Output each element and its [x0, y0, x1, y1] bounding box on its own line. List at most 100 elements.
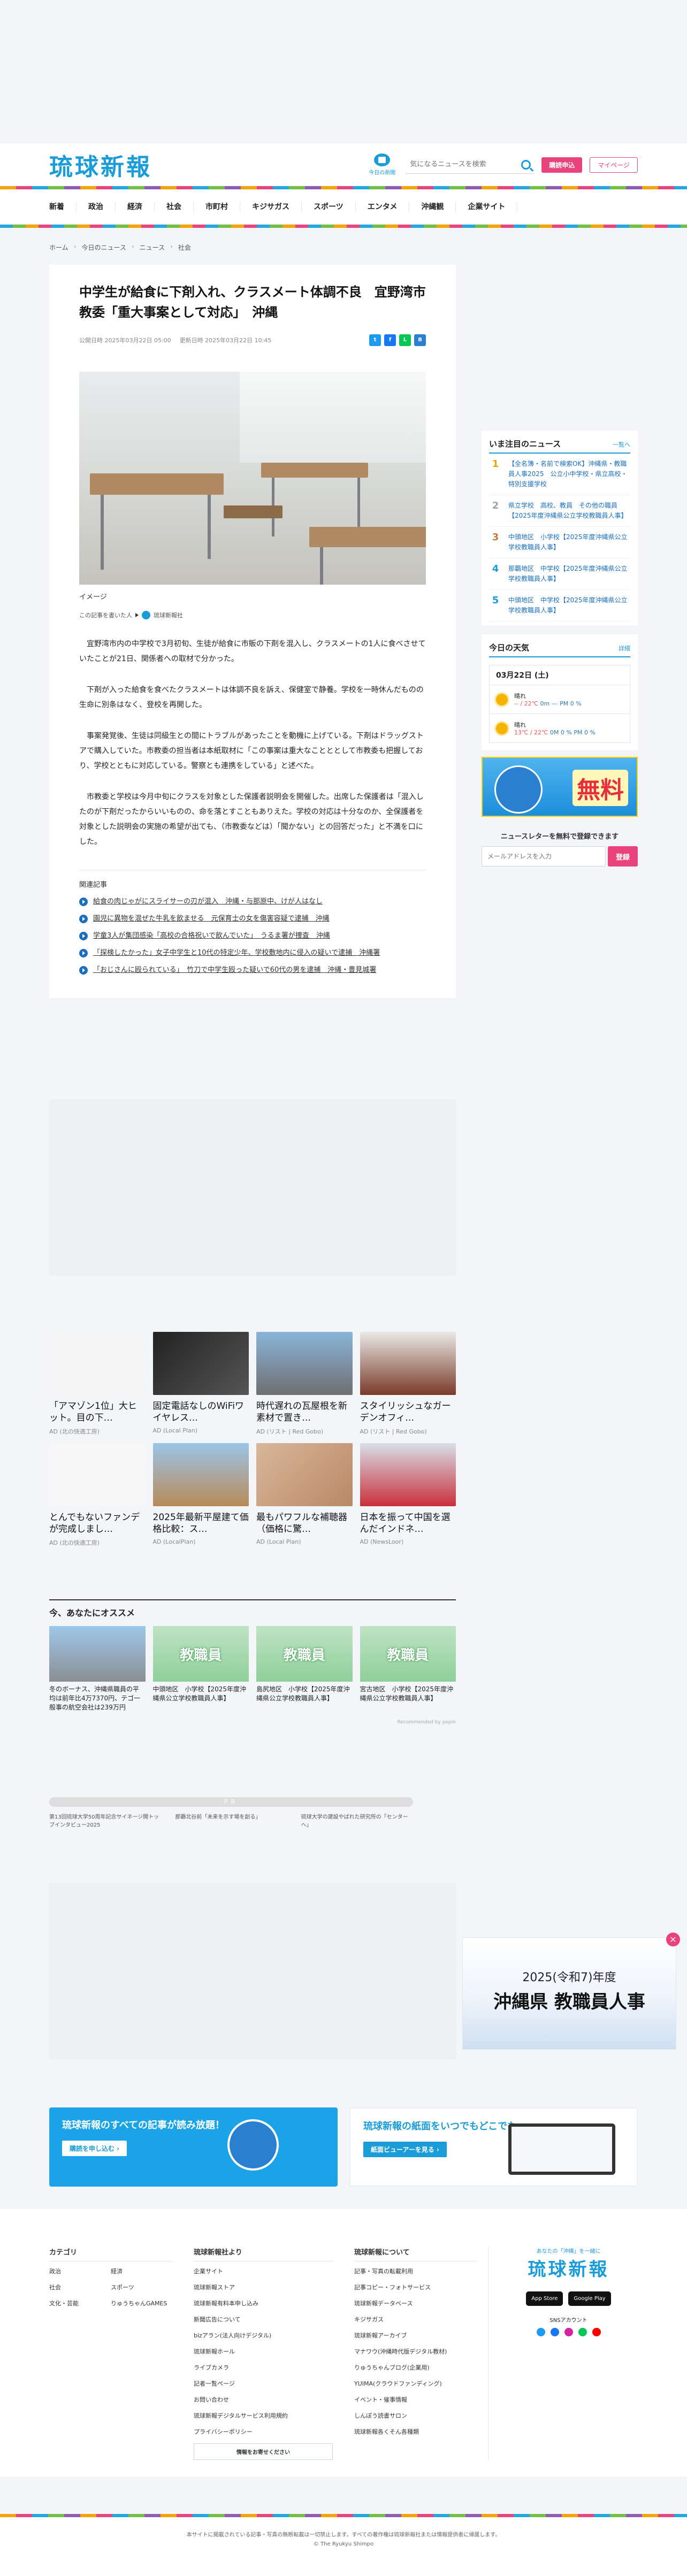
pr-link[interactable]: 那覇北谷前「未来を示す場を創る」 [175, 1813, 287, 1829]
tip-button[interactable]: 情報をお寄せください [194, 2443, 333, 2460]
hatena-share-icon[interactable]: B [414, 334, 426, 346]
breadcrumb-today[interactable]: 今日のニュース [81, 243, 126, 252]
footer-link[interactable]: 琉球新報デジタルサービス利用規約 [194, 2411, 333, 2420]
related-link[interactable]: 給食の肉じゃがにスライサーの刃が混入 沖縄・与那原中、けが人はなし [93, 895, 323, 908]
ranking-item[interactable]: 5 中頭地区 中学校【2025年度沖縄県公立学校教職員人事】 [489, 590, 630, 622]
site-logo[interactable]: 琉球新報 [49, 148, 152, 182]
subscribe-banner[interactable]: 琉球新報のすべての記事が読み放題！ 購読を申し込む › [49, 2107, 338, 2187]
email-field[interactable] [482, 846, 606, 867]
sponsored-card[interactable]: スタイリッシュなガーデンオフィ… AD (リスト | Red Gobo) [360, 1332, 456, 1436]
device-image [508, 2123, 615, 2175]
close-icon[interactable]: × [666, 1933, 680, 1946]
jinji-floating-ad[interactable]: × 2025(令和7)年度 沖縄県 教職員人事 [462, 1933, 680, 2050]
nav-item-entame[interactable]: エンタメ [356, 202, 410, 212]
footer-link[interactable]: 新聞広告について [194, 2315, 333, 2324]
sponsored-card[interactable]: とんでもないファンデが完成しまし… AD (北の快適工房) [49, 1443, 146, 1547]
footer-link[interactable]: YUIMA(クラウドファンディング) [354, 2379, 477, 2388]
ranking-item[interactable]: 3 中頭地区 小学校【2025年度沖縄県公立学校教職員人事】 [489, 527, 630, 558]
sponsored-card[interactable]: 固定電話なしのWiFiワイヤレス… AD (Local Plan) [152, 1332, 249, 1436]
todays-paper-link[interactable]: 今日の新聞 [366, 154, 398, 176]
nav-item-shinchaku[interactable]: 新着 [49, 202, 77, 212]
line-icon[interactable] [578, 2328, 587, 2336]
footer-link[interactable]: イベント・催事情報 [354, 2395, 477, 2404]
footer-link[interactable]: 経済 [111, 2267, 172, 2275]
ranking-item[interactable]: 4 那覇地区 中学校【2025年度沖縄県公立学校教職員人事】 [489, 558, 630, 590]
footer-link[interactable]: 社会 [49, 2283, 111, 2291]
footer-link[interactable]: 企業サイト [194, 2267, 333, 2275]
nav-item-okinawakan[interactable]: 沖縄観 [409, 202, 456, 212]
viewer-banner[interactable]: 琉球新報の紙面をいつでもどこでも。 紙面ビューアーを見る › [349, 2107, 638, 2187]
weather-date: 03月22日 (土) [489, 665, 630, 685]
newsletter-submit-button[interactable]: 登録 [608, 846, 638, 867]
search-icon[interactable] [521, 159, 531, 170]
line-share-icon[interactable]: L [399, 334, 411, 346]
footer-link[interactable]: りゅうちゃんGAMES [111, 2299, 172, 2307]
footer-link[interactable]: 琉球新報各くそん各種類 [354, 2427, 477, 2436]
footer-link[interactable]: 琉球新報アーカイブ [354, 2331, 477, 2340]
recommended-card[interactable]: 宮古地区 小学校【2025年度沖縄県公立学校教職員人事】 [360, 1626, 456, 1712]
twitter-icon[interactable] [536, 2328, 545, 2336]
nav-item-keizai[interactable]: 経済 [116, 202, 155, 212]
pr-link[interactable]: 第13回琉球大学50周年記念サイネージ開トップインタビュー2025 [49, 1813, 161, 1829]
footer-link[interactable]: プライバシーポリシー [194, 2427, 333, 2436]
nav-item-sports[interactable]: スポーツ [302, 202, 356, 212]
footer-link[interactable]: 記者一覧ページ [194, 2379, 333, 2388]
sponsored-card[interactable]: 2025年最新平屋建て価格比較：ス… AD (LocalPlan) [152, 1443, 249, 1547]
mypage-button[interactable]: マイページ [590, 157, 638, 173]
related-link[interactable]: 園児に異物を混ぜた牛乳を飲ませる 元保育士の女を傷害容疑で逮捕 沖縄 [93, 913, 330, 925]
app-store-badge[interactable]: App Store [526, 2291, 563, 2306]
related-link[interactable]: 「おじさんに殴られている」 竹刀で中学生殴った疑いで60代の男を逮捕 沖縄・豊見… [93, 964, 376, 977]
sponsored-card[interactable]: 時代遅れの瓦屋根を新素材で置き… AD (リスト | Red Gobo) [256, 1332, 353, 1436]
recommended-card[interactable]: 島尻地区 小学校【2025年度沖縄県公立学校教職員人事】 [256, 1626, 353, 1712]
subscribe-cta[interactable]: 購読を申し込む › [62, 2141, 127, 2156]
recommended-card[interactable]: 中頭地区 小学校【2025年度沖縄県公立学校教職員人事】 [152, 1626, 249, 1712]
footer-link[interactable]: マナワウ(沖縄時代版デジタル教材) [354, 2347, 477, 2356]
weather-row: 晴れ 13℃ / 22℃ 0M 0 % PM 0 % [489, 714, 630, 743]
footer-link[interactable]: 記事・写真の転載利用 [354, 2267, 477, 2275]
footer-link[interactable]: 琉球新報データベース [354, 2299, 477, 2307]
arrow-icon [135, 613, 139, 617]
sponsored-card[interactable]: 「アマゾン1位」大ヒット。目の下… AD (北の快適工房) [49, 1332, 146, 1436]
subscribe-button[interactable]: 購読申込 [541, 157, 583, 173]
youtube-icon[interactable] [592, 2328, 601, 2336]
footer-link[interactable]: スポーツ [111, 2283, 172, 2291]
footer-link[interactable]: 琉球新報ストア [194, 2283, 333, 2291]
related-link[interactable]: 「探検したかった」女子中学生と10代の特定少年、学校敷地内に侵入の疑いで逮捕 沖… [93, 947, 380, 960]
breadcrumb-home[interactable]: ホーム [49, 243, 68, 252]
nav-item-company[interactable]: 企業サイト [456, 202, 518, 212]
footer-link[interactable]: 文化・芸能 [49, 2299, 111, 2307]
ranking-item[interactable]: 1 【全名簿・名前で検索OK】沖縄県・教職員人事2025 公立小中学校・県立高校・… [489, 454, 630, 495]
footer-link[interactable]: お問い合わせ [194, 2395, 333, 2404]
nav-item-shichoson[interactable]: 市町村 [194, 202, 240, 212]
ranking-more-link[interactable]: 一覧へ [613, 440, 630, 449]
search-input[interactable] [410, 160, 522, 168]
footer-link[interactable]: ライブカメラ [194, 2363, 333, 2372]
pr-link[interactable]: 琉球大学の建設やばれた研究所の「センターへ」 [301, 1813, 413, 1829]
recommended-card[interactable]: 冬のボーナス、沖縄県職員の平均は前年比4万7370円、テゴ一般事の航空会社は23… [49, 1626, 146, 1712]
twitter-share-icon[interactable]: t [369, 334, 381, 346]
side-ad-banner[interactable]: 無料 [482, 757, 638, 817]
ranking-item[interactable]: 2 県立学校 高校、教員 その他の職員【2025年度沖縄県公立学校教職員人事】 [489, 495, 630, 527]
footer-link[interactable]: しんぽう読書サロン [354, 2411, 477, 2420]
sponsored-card[interactable]: 最もパワフルな補聴器（価格に驚… AD (Local Plan) [256, 1443, 353, 1547]
facebook-share-icon[interactable]: f [384, 334, 396, 346]
footer-link[interactable]: 政治 [49, 2267, 111, 2275]
nav-item-seiji[interactable]: 政治 [77, 202, 116, 212]
weather-more-link[interactable]: 詳細 [619, 644, 630, 653]
google-play-badge[interactable]: Google Play [568, 2291, 611, 2306]
viewer-cta[interactable]: 紙面ビューアーを見る › [363, 2142, 447, 2157]
footer-link[interactable]: 琉球新報有料本申し込み [194, 2299, 333, 2307]
nav-item-shakai[interactable]: 社会 [155, 202, 194, 212]
footer-link[interactable]: りゅうちゃんブログ(企業用) [354, 2363, 477, 2372]
footer-link[interactable]: 記事コピー・フォトサービス [354, 2283, 477, 2291]
footer-link[interactable]: bizアラン(法人向けデジタル) [194, 2331, 333, 2340]
nav-item-kijisagasu[interactable]: キジサガス [240, 202, 302, 212]
footer-link[interactable]: キジサガス [354, 2315, 477, 2324]
sponsored-card[interactable]: 日本を振って中国を選んだインドネ… AD (NewsLoor) [360, 1443, 456, 1547]
instagram-icon[interactable] [564, 2328, 573, 2336]
related-link[interactable]: 学童3人が集団感染「高校の合格祝いで飲んでいた」 うるま署が捜査 沖縄 [93, 930, 330, 942]
facebook-icon[interactable] [550, 2328, 559, 2336]
footer-link[interactable]: 琉球新報ホール [194, 2347, 333, 2356]
breadcrumb-news[interactable]: ニュース [140, 243, 165, 252]
footer-logo[interactable]: 琉球新報 [510, 2255, 627, 2281]
